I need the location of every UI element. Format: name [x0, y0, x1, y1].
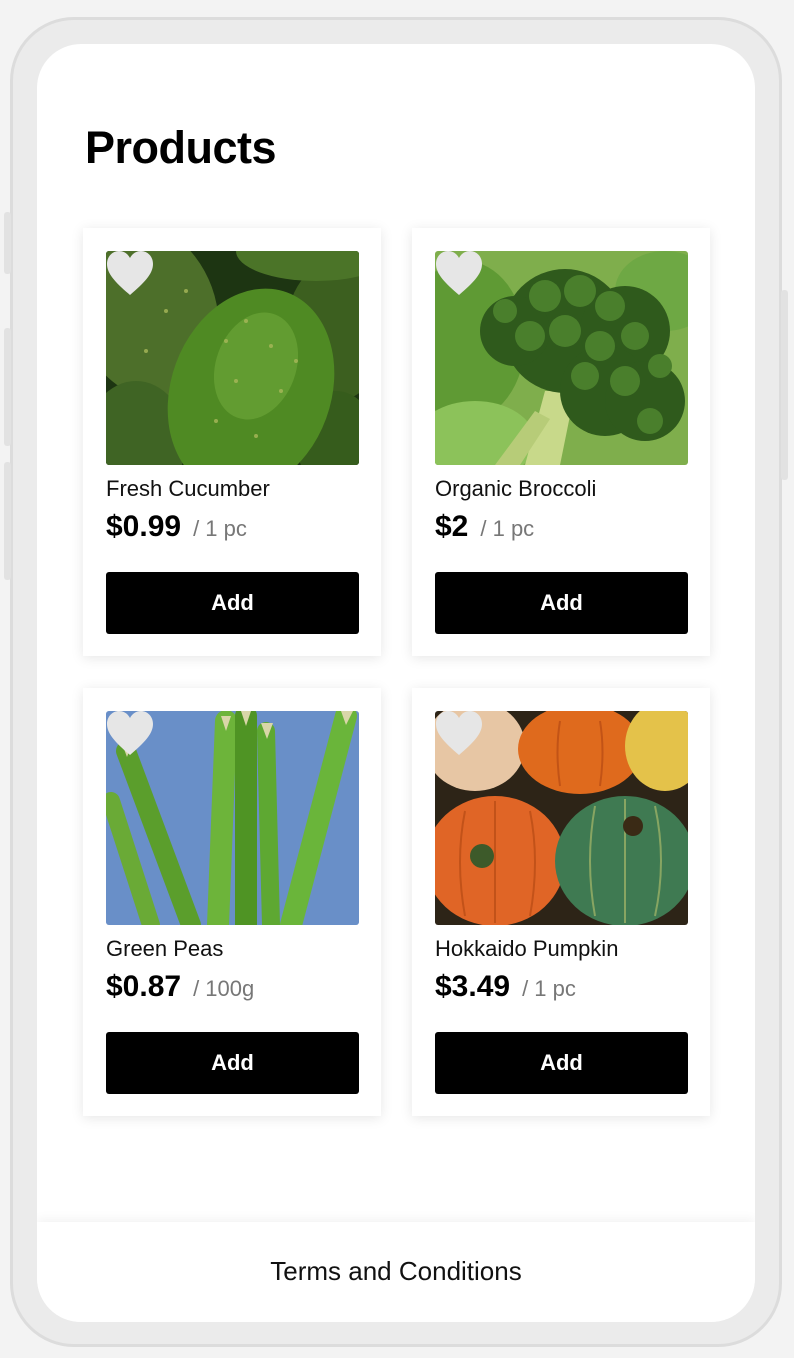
product-card: Organic Broccoli $2 / 1 pc Add [412, 228, 710, 656]
price-row: $0.87 / 100g [106, 970, 254, 1004]
add-to-cart-button[interactable]: Add [106, 1032, 359, 1094]
product-image [106, 251, 359, 465]
product-card: Fresh Cucumber $0.99 / 1 pc Add [83, 228, 381, 656]
phone-side-button [4, 328, 11, 446]
product-price: $2 [435, 510, 469, 543]
product-price: $0.99 [106, 510, 182, 543]
add-to-cart-button[interactable]: Add [435, 1032, 688, 1094]
product-price: $0.87 [106, 970, 182, 1003]
product-price: $3.49 [435, 970, 511, 1003]
product-unit: / 1 pc [193, 516, 247, 541]
terms-and-conditions-link[interactable]: Terms and Conditions [270, 1256, 521, 1287]
product-unit: / 1 pc [480, 516, 535, 541]
price-row: $3.49 / 1 pc [435, 970, 576, 1004]
page-title: Products [85, 122, 277, 173]
product-name: Fresh Cucumber [106, 476, 270, 501]
product-image [435, 251, 688, 465]
heart-icon[interactable] [435, 711, 483, 757]
product-unit: / 100g [193, 976, 255, 1001]
heart-icon[interactable] [106, 711, 154, 757]
heart-icon[interactable] [106, 251, 154, 297]
add-to-cart-button[interactable]: Add [106, 572, 359, 634]
phone-side-button [781, 290, 788, 480]
product-name: Green Peas [106, 936, 224, 961]
product-name: Organic Broccoli [435, 476, 597, 501]
product-card: Hokkaido Pumpkin $3.49 / 1 pc Add [412, 688, 710, 1116]
product-name: Hokkaido Pumpkin [435, 936, 619, 961]
footer-bar: Terms and Conditions [37, 1222, 755, 1322]
heart-icon[interactable] [435, 251, 483, 297]
price-row: $0.99 / 1 pc [106, 510, 247, 544]
product-image [435, 711, 688, 925]
app-screen: Products Fresh Cucumber $0.99 / 1 pc Add… [37, 44, 755, 1322]
product-image [106, 711, 359, 925]
price-row: $2 / 1 pc [435, 510, 534, 544]
product-card: Green Peas $0.87 / 100g Add [83, 688, 381, 1116]
product-unit: / 1 pc [522, 976, 576, 1001]
phone-side-button [4, 462, 11, 580]
phone-side-button [4, 212, 11, 274]
add-to-cart-button[interactable]: Add [435, 572, 688, 634]
